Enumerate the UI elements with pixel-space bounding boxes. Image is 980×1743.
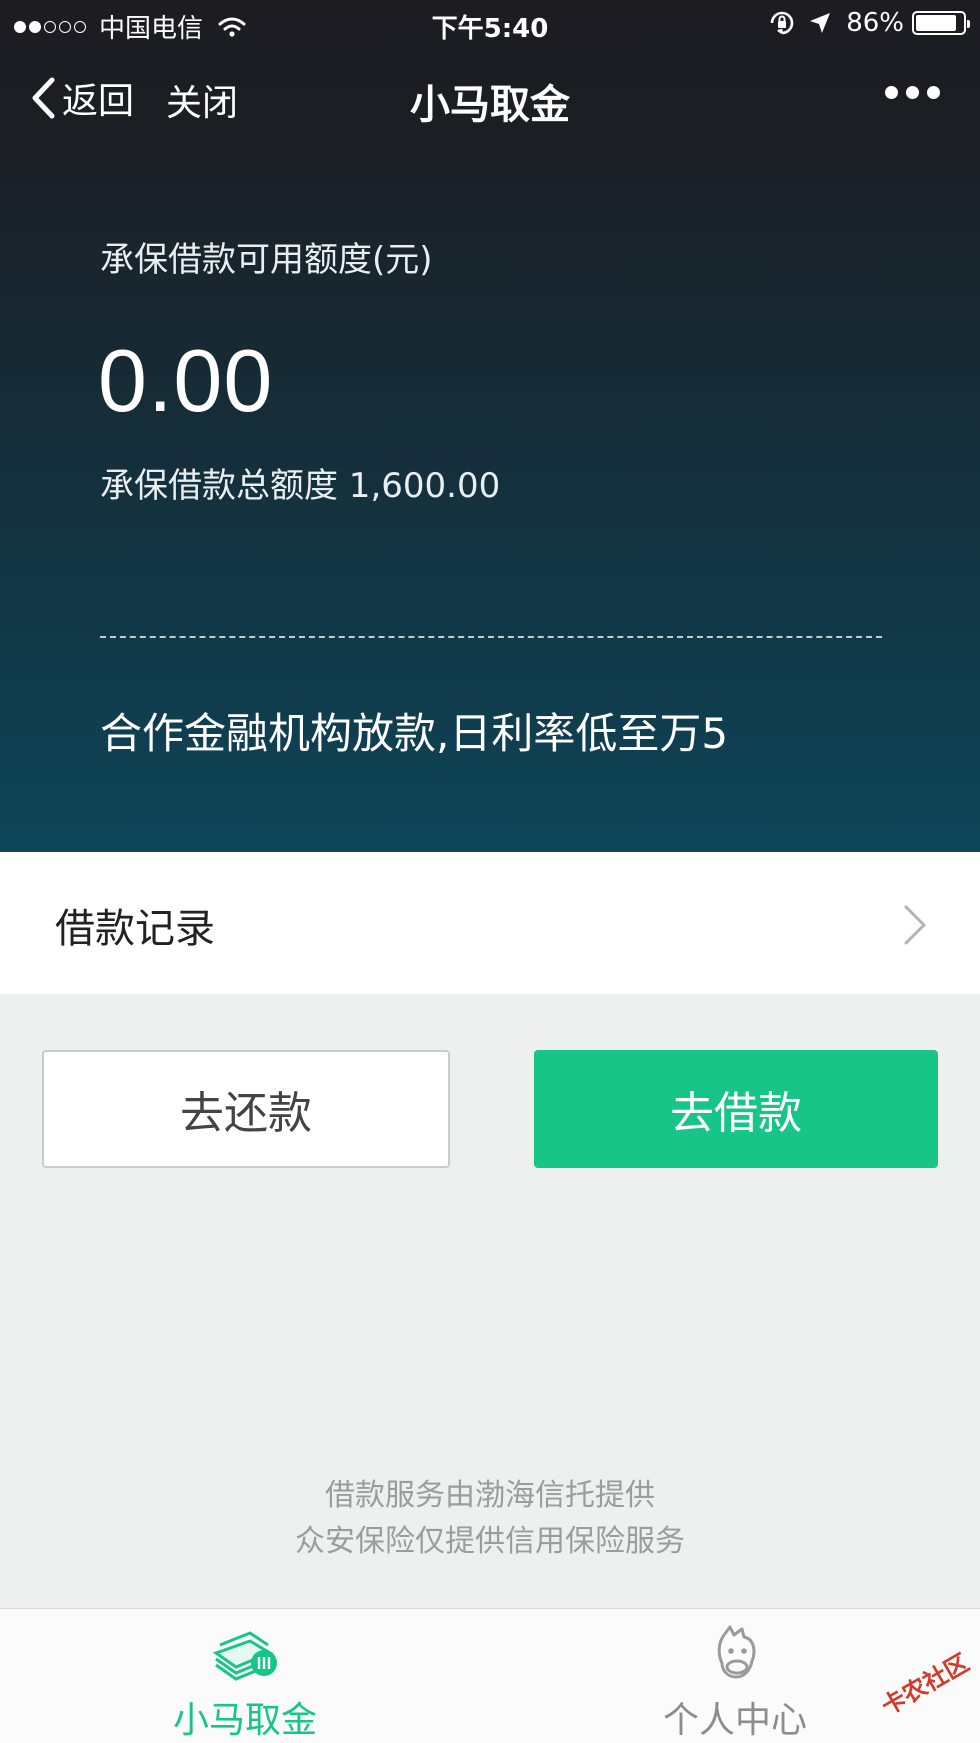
more-button[interactable] <box>877 86 940 99</box>
battery-icon <box>912 11 970 35</box>
status-bar: 中国电信 下午5:40 86% <box>0 0 980 50</box>
service-provider-note: 借款服务由渤海信托提供 <box>325 1478 655 1513</box>
more-dots-icon <box>885 86 898 99</box>
chevron-left-icon <box>32 77 55 119</box>
back-button[interactable]: 返回 <box>30 72 134 124</box>
available-quota-label: 承保借款可用额度(元) <box>100 240 433 280</box>
tab-bar: 小马取金 个人中心 <box>0 1608 980 1743</box>
page-title: 小马取金 <box>410 82 570 128</box>
total-quota-text: 承保借款总额度 1,600.00 <box>100 466 501 506</box>
orientation-lock-icon <box>770 11 794 35</box>
chevron-right-icon <box>904 905 926 945</box>
available-quota-value: 0.00 <box>98 331 274 430</box>
header-panel: 中国电信 下午5:40 86% 返回 关闭 小马取金 承保借款可用额度(元) 0… <box>0 0 980 852</box>
tab-home-label: 小马取金 <box>172 1700 317 1741</box>
promo-text: 合作金融机构放款,日利率低至万5 <box>100 709 729 758</box>
battery-percent: 86% <box>846 8 904 38</box>
loan-records-label: 借款记录 <box>55 906 215 952</box>
tab-home[interactable]: 小马取金 <box>0 1609 490 1743</box>
borrow-button[interactable]: 去借款 <box>534 1050 938 1168</box>
insurance-note: 众安保险仅提供信用保险服务 <box>295 1524 685 1559</box>
dashed-divider <box>100 636 882 638</box>
money-stack-icon <box>212 1631 277 1681</box>
pony-avatar-icon <box>717 1625 756 1679</box>
loan-records-row[interactable]: 借款记录 <box>0 852 980 994</box>
status-right: 86% <box>768 8 970 38</box>
repay-button[interactable]: 去还款 <box>42 1050 450 1168</box>
location-arrow-icon <box>810 13 831 33</box>
close-button[interactable]: 关闭 <box>166 74 238 126</box>
back-label: 返回 <box>62 81 135 122</box>
nav-bar: 返回 关闭 小马取金 <box>0 50 980 150</box>
